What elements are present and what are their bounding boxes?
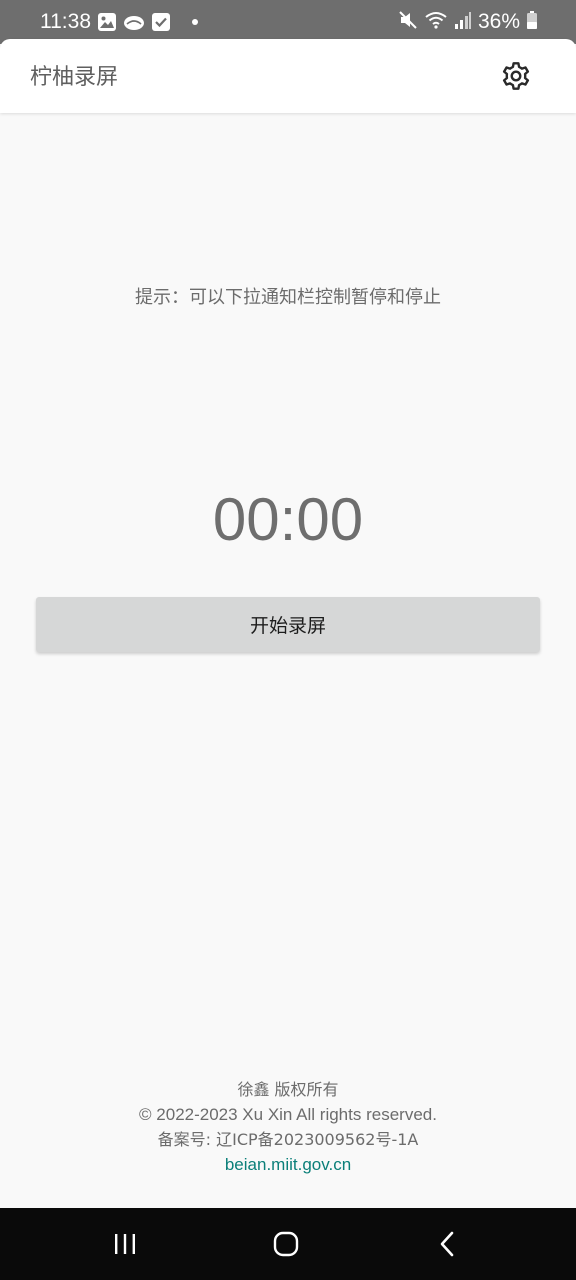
footer-copyright: © 2022-2023 Xu Xin All rights reserved. — [139, 1105, 437, 1124]
gallery-icon — [97, 12, 117, 32]
home-icon[interactable] — [266, 1228, 306, 1260]
status-right-icons: 36% — [398, 9, 538, 35]
signal-icon — [454, 10, 472, 34]
dot-icon — [191, 18, 199, 26]
footer-beian-link[interactable]: beian.miit.gov.cn — [225, 1155, 351, 1174]
gear-icon[interactable] — [500, 60, 532, 92]
footer: 徐鑫 版权所有 © 2022-2023 Xu Xin All rights re… — [0, 1077, 576, 1177]
timer-display: 00:00 — [212, 486, 364, 553]
footer-icp: 备案号: 辽ICP备2023009562号-1A — [157, 1130, 419, 1149]
status-left-icons — [97, 12, 199, 32]
hint-text: 提示：可以下拉通知栏控制暂停和停止 — [135, 287, 441, 308]
footer-owner: 徐鑫 版权所有 — [237, 1080, 339, 1099]
mute-icon — [398, 10, 418, 34]
start-recording-button[interactable]: 开始录屏 — [36, 597, 540, 652]
navigation-bar — [0, 1208, 576, 1280]
battery-level: 36% — [477, 10, 520, 33]
wifi-icon — [424, 10, 448, 34]
cloud-icon — [123, 12, 145, 32]
recents-icon[interactable] — [105, 1228, 145, 1260]
app-bar: 柠柚录屏 — [0, 39, 576, 113]
check-icon — [151, 12, 171, 32]
battery-icon — [526, 10, 538, 34]
app-title: 柠柚录屏 — [30, 65, 119, 90]
status-bar: 11:38 36% — [0, 0, 576, 44]
status-time: 11:38 — [40, 10, 91, 33]
back-icon[interactable] — [428, 1228, 468, 1260]
